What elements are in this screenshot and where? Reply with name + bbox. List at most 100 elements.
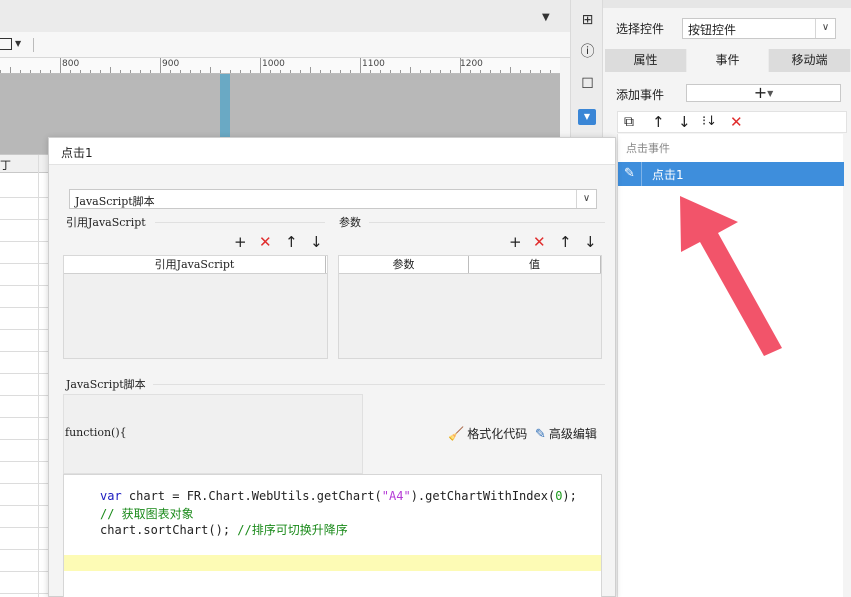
ruler-tick [70, 70, 71, 73]
advanced-edit-button[interactable]: ✎ 高级编辑 [535, 425, 597, 442]
code-token: var [100, 489, 122, 503]
move-down-icon[interactable]: ↓ [678, 113, 691, 131]
event-type-value: JavaScript脚本 [75, 195, 155, 208]
chevron-down-icon: ▼ [767, 89, 774, 98]
sheet-grid-line [38, 155, 39, 597]
ruler-tick [110, 67, 111, 73]
ruler-tick [30, 70, 31, 73]
current-line-highlight [64, 555, 601, 571]
ruler-tick [120, 70, 121, 73]
ruler-tick [130, 70, 131, 73]
ruler-label: 900 [162, 59, 180, 69]
params-section-label: 参数 [339, 216, 361, 229]
ruler-tick [550, 70, 551, 73]
chevron-down-icon[interactable]: ∨ [576, 190, 596, 208]
edit-pencil-icon[interactable]: ✎ [618, 162, 642, 186]
ruler-tick [220, 70, 221, 73]
ruler-label: 800 [62, 59, 80, 69]
event-item-label: 点击1 [652, 168, 684, 182]
widget-info-icon[interactable]: ⓘ [579, 44, 596, 61]
cell-sheet[interactable]: 丁 [0, 154, 48, 597]
move-up-icon[interactable]: ↑ [652, 113, 665, 131]
ruler-tick [320, 70, 321, 73]
sheet-header-text: 丁 [0, 159, 11, 172]
code-token: ).getChartWithIndex( [410, 489, 556, 503]
param-column-header[interactable]: 参数 [339, 256, 469, 273]
dropdown-menu-icon[interactable]: ▼ [542, 12, 550, 23]
delete-param-icon[interactable]: ✕ [533, 234, 546, 250]
add-ref-icon[interactable]: + [234, 234, 247, 250]
sheet-grid-line [0, 505, 48, 506]
ruler-tick [400, 70, 401, 73]
move-up-param-icon[interactable]: ↑ [559, 234, 572, 250]
move-down-param-icon[interactable]: ↓ [584, 234, 597, 250]
sheet-grid-line [0, 373, 48, 374]
ruler-label: 1000 [262, 59, 285, 69]
ref-js-table[interactable]: 引用JavaScript [63, 255, 328, 359]
ruler-label: 1100 [362, 59, 385, 69]
value-column-header[interactable]: 值 [469, 256, 601, 273]
ref-js-table-header: 引用JavaScript [64, 256, 327, 274]
params-table[interactable]: 参数 值 [338, 255, 602, 359]
horizontal-ruler: 800 900 1000 1100 1200 [0, 58, 560, 74]
copy-icon[interactable]: ⧉ [624, 113, 634, 131]
select-control-label: 选择控件 [616, 22, 665, 36]
sheet-grid-line [0, 329, 48, 330]
dropdown-widget-icon[interactable]: ▼ [578, 109, 596, 125]
section-divider [155, 222, 325, 223]
panel-top-bar [603, 0, 851, 8]
add-event-button[interactable]: +▼ [686, 84, 841, 102]
ruler-tick [390, 70, 391, 73]
column-marker[interactable] [220, 74, 230, 140]
ruler-tick [50, 70, 51, 73]
layout-icon[interactable]: ⊞ [579, 12, 596, 29]
border-icon[interactable] [0, 38, 12, 50]
code-token: //排序可切换升降序 [237, 523, 348, 537]
ruler-tick [0, 70, 1, 73]
code-line: var chart = FR.Chart.WebUtils.getChart("… [100, 489, 577, 503]
ruler-tick [470, 70, 471, 73]
add-param-icon[interactable]: + [509, 234, 522, 250]
ruler-tick [360, 58, 361, 73]
ruler-tick [170, 70, 171, 73]
chevron-down-icon[interactable]: ▼ [15, 39, 21, 48]
ruler-tick [450, 70, 451, 73]
ruler-tick [250, 70, 251, 73]
ruler-tick [140, 70, 141, 73]
control-select[interactable]: 按钮控件 ∨ [682, 18, 836, 39]
move-bottom-icon[interactable]: ⁝↓ [702, 113, 717, 131]
ref-js-column-header[interactable]: 引用JavaScript [64, 256, 326, 273]
ruler-tick [230, 70, 231, 73]
tab-properties[interactable]: 属性 [605, 49, 687, 72]
move-up-ref-icon[interactable]: ↑ [285, 234, 298, 250]
move-down-ref-icon[interactable]: ↓ [310, 234, 323, 250]
frame-icon[interactable]: ☐ [579, 76, 596, 93]
ruler-tick [420, 70, 421, 73]
ruler-tick [260, 58, 261, 73]
ruler-tick [330, 70, 331, 73]
ruler-tick [240, 70, 241, 73]
format-code-button[interactable]: 🧹 格式化代码 [448, 425, 527, 442]
sheet-grid-line [0, 483, 48, 484]
ruler-tick [160, 58, 161, 73]
ruler-tick [340, 70, 341, 73]
delete-ref-icon[interactable]: ✕ [259, 234, 272, 250]
tab-mobile[interactable]: 移动端 [769, 49, 851, 72]
ruler-tick [150, 70, 151, 73]
plus-icon: + [753, 83, 768, 102]
sheet-grid-line [0, 549, 48, 550]
chevron-down-icon[interactable]: ∨ [815, 19, 835, 38]
event-item-click1[interactable]: ✎ 点击1 [618, 162, 844, 186]
top-toolbar: ▼ [0, 0, 570, 32]
sheet-grid-line [0, 461, 48, 462]
ruler-tick [410, 67, 411, 73]
code-editor[interactable]: var chart = FR.Chart.WebUtils.getChart("… [63, 474, 602, 597]
delete-icon[interactable]: ✕ [730, 113, 743, 131]
event-type-select[interactable]: JavaScript脚本 ∨ [69, 189, 597, 209]
ruler-tick [210, 67, 211, 73]
ruler-tick [430, 70, 431, 73]
sheet-grid-line [0, 197, 48, 198]
tab-events[interactable]: 事件 [687, 49, 769, 72]
code-token: // 获取图表对象 [100, 507, 194, 521]
ruler-tick [290, 70, 291, 73]
